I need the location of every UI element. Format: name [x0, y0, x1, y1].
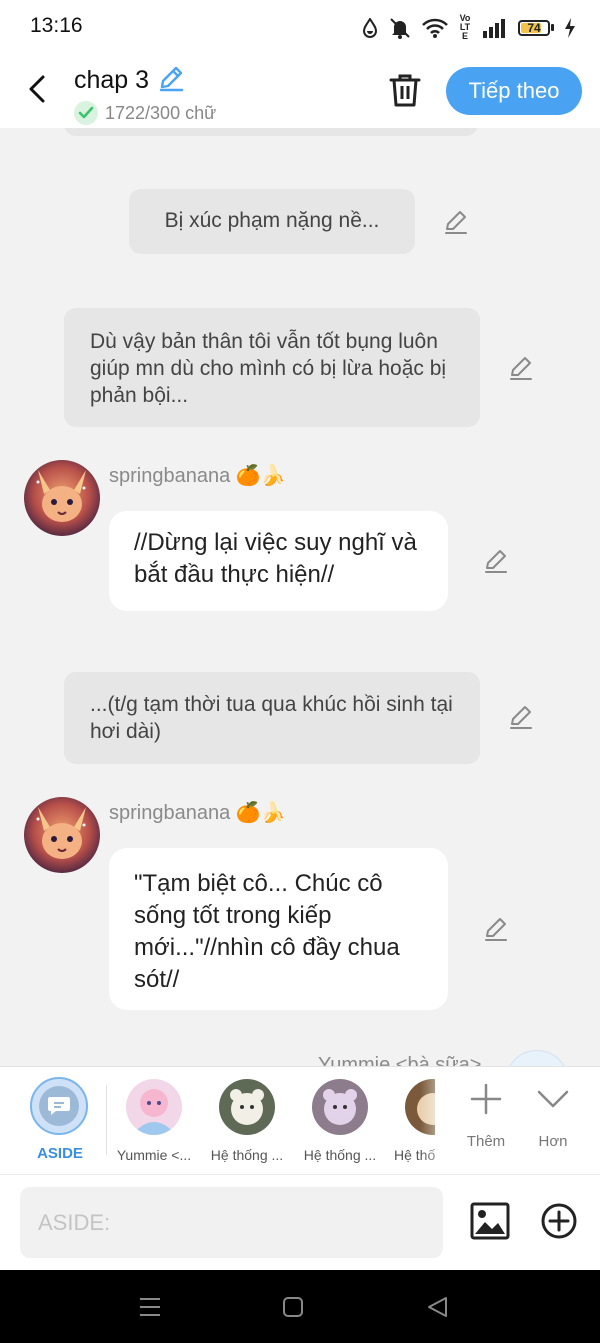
more-characters-button[interactable]: Thêm: [456, 1081, 516, 1150]
composer-bar: [0, 1174, 600, 1270]
chevron-down-icon: [523, 1081, 583, 1117]
water-drop-icon: [362, 17, 378, 38]
recent-apps-icon[interactable]: [137, 1294, 163, 1320]
character-name: Hệ thống ...: [210, 1147, 284, 1163]
previous-bubble-tail: [64, 128, 478, 136]
chapter-title[interactable]: chap 3: [74, 66, 149, 95]
narration-bubble[interactable]: Bị xúc phạm nặng nề...: [129, 189, 415, 254]
character-thumbnail: [126, 1079, 182, 1135]
aside-character[interactable]: ASIDE: [30, 1077, 90, 1162]
character-name: Hệ thống ...: [303, 1147, 377, 1163]
dialogue-bubble[interactable]: "Tạm biệt cô... Chúc cô sống tốt trong k…: [109, 848, 448, 1010]
edit-message-icon[interactable]: [507, 703, 535, 731]
message-text: "Tạm biệt cô... Chúc cô sống tốt trong k…: [134, 870, 400, 993]
character-avatar[interactable]: [24, 797, 100, 873]
system-nav-bar: [0, 1270, 600, 1343]
character-option[interactable]: Hệ thống ...: [201, 1079, 293, 1163]
message-text: //Dừng lại việc suy nghĩ và bắt đầu thực…: [134, 529, 417, 588]
character-name: springbanana 🍊🍌: [109, 465, 286, 487]
edit-message-icon[interactable]: [507, 354, 535, 382]
message-text: Dù vậy bản thân tôi vẫn tốt bụng luôn gi…: [90, 330, 447, 407]
home-icon[interactable]: [280, 1294, 306, 1320]
trash-icon: [389, 74, 421, 107]
back-button[interactable]: [20, 72, 54, 106]
wifi-icon: [422, 18, 448, 38]
delete-button[interactable]: [387, 72, 423, 108]
character-name: Yummie <...: [116, 1147, 192, 1163]
signal-icon: [482, 18, 508, 38]
word-count: 1722/300 chữ: [105, 102, 217, 123]
edit-message-icon[interactable]: [482, 547, 510, 575]
check-icon: [74, 101, 98, 125]
status-bar: 13:16 Vo LTE 74: [0, 0, 600, 52]
status-time: 13:16: [30, 14, 83, 37]
edit-message-icon[interactable]: [482, 915, 510, 943]
editor-header: chap 3 1722/300 chữ Tiếp theo: [0, 52, 600, 128]
message-text: ...(t/g tạm thời tua qua khúc hồi sinh t…: [90, 693, 453, 743]
message-input[interactable]: [20, 1187, 443, 1258]
insert-image-button[interactable]: [470, 1202, 510, 1240]
volte-icon: Vo LTE: [459, 13, 471, 41]
battery-level: 74: [527, 20, 541, 35]
next-button[interactable]: Tiếp theo: [446, 67, 582, 115]
add-button[interactable]: [540, 1202, 578, 1240]
chapter-title-block: chap 3 1722/300 chữ: [74, 64, 216, 125]
collapse-button[interactable]: Hơn: [523, 1081, 583, 1150]
battery-icon: 74: [518, 19, 554, 36]
character-thumbnail: [219, 1079, 275, 1135]
character-name: springbanana 🍊🍌: [109, 802, 286, 824]
aside-chat-icon: [39, 1086, 79, 1126]
character-option[interactable]: Hệ thống ...: [294, 1079, 386, 1163]
narration-bubble[interactable]: ...(t/g tạm thời tua qua khúc hồi sinh t…: [64, 672, 480, 764]
edit-title-icon[interactable]: [157, 64, 185, 97]
character-selector: ASIDE Yummie <... Hệ thống ... Hệ thống …: [0, 1066, 600, 1175]
character-avatar[interactable]: [505, 1050, 569, 1066]
aside-label: ASIDE: [37, 1145, 83, 1162]
character-thumbnail: [312, 1079, 368, 1135]
character-avatar[interactable]: [24, 460, 100, 536]
strip-divider: [106, 1085, 107, 1155]
dialogue-bubble[interactable]: //Dừng lại việc suy nghĩ và bắt đầu thực…: [109, 511, 448, 611]
message-text: Bị xúc phạm nặng nề...: [164, 209, 380, 232]
chevron-left-icon: [29, 75, 45, 103]
mute-bell-icon: [388, 17, 412, 39]
plus-circle-icon: [541, 1203, 577, 1239]
edit-message-icon[interactable]: [442, 208, 470, 236]
collapse-label: Hơn: [538, 1133, 568, 1150]
image-icon: [470, 1202, 510, 1240]
charging-icon: [564, 17, 576, 38]
status-icons: Vo LTE 74: [362, 14, 576, 41]
character-option[interactable]: Yummie <...: [108, 1079, 200, 1163]
character-name: Yummie <bà sữa>: [318, 1054, 482, 1066]
narration-bubble[interactable]: Dù vậy bản thân tôi vẫn tốt bụng luôn gi…: [64, 308, 480, 427]
plus-icon: [456, 1081, 516, 1117]
back-nav-icon[interactable]: [424, 1294, 450, 1320]
more-label: Thêm: [466, 1133, 506, 1150]
chat-area[interactable]: Bị xúc phạm nặng nề... Dù vậy bản thân t…: [0, 128, 600, 1066]
